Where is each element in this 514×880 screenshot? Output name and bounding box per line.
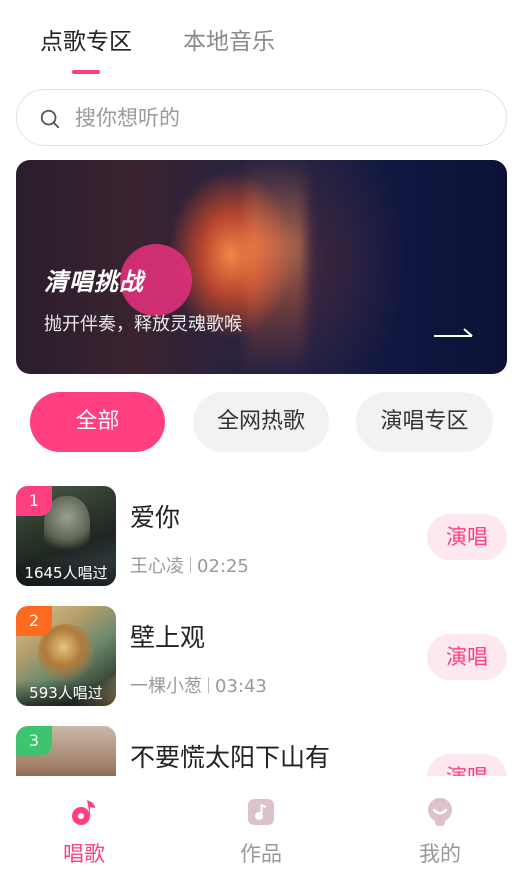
rank-badge: 2 bbox=[16, 606, 52, 636]
sing-button[interactable]: 演唱 bbox=[427, 514, 507, 560]
banner-light-glow bbox=[246, 160, 306, 374]
song-duration: 03:43 bbox=[215, 676, 267, 697]
top-tab-bar: 点歌专区 本地音乐 bbox=[0, 0, 514, 80]
song-cover: 2 593人唱过 bbox=[16, 606, 116, 706]
rank-badge: 1 bbox=[16, 486, 52, 516]
active-tab-indicator bbox=[72, 70, 100, 74]
song-title: 爱你 bbox=[130, 503, 181, 532]
works-icon bbox=[248, 799, 274, 825]
sung-count: 1645人唱过 bbox=[16, 560, 116, 586]
search-input[interactable] bbox=[75, 102, 475, 134]
meta-divider bbox=[208, 677, 209, 693]
filter-chips: 全部 全网热歌 演唱专区 bbox=[0, 392, 514, 452]
song-meta: 一棵小葱 03:43 bbox=[130, 672, 267, 698]
meta-divider bbox=[190, 557, 191, 573]
arrow-right-icon[interactable] bbox=[434, 326, 474, 338]
nav-label: 唱歌 bbox=[63, 842, 105, 866]
search-bar[interactable] bbox=[16, 89, 507, 146]
filter-chip-all[interactable]: 全部 bbox=[30, 392, 165, 452]
tab-song-request[interactable]: 点歌专区 bbox=[40, 26, 132, 58]
song-list-item[interactable]: 2 593人唱过 壁上观 一棵小葱 03:43 演唱 bbox=[0, 606, 514, 706]
rank-badge: 3 bbox=[16, 726, 52, 756]
filter-chip-hot-songs[interactable]: 全网热歌 bbox=[193, 392, 329, 452]
filter-chip-singing-zone[interactable]: 演唱专区 bbox=[356, 392, 493, 452]
profile-icon bbox=[428, 798, 452, 826]
nav-label: 我的 bbox=[419, 842, 461, 866]
banner-title: 清唱挑战 bbox=[44, 268, 144, 296]
banner-subtitle: 抛开伴奏，释放灵魂歌喉 bbox=[44, 314, 242, 335]
song-artist: 一棵小葱 bbox=[130, 676, 202, 697]
song-meta: 王心凌 02:25 bbox=[130, 552, 249, 578]
song-artist: 王心凌 bbox=[130, 556, 184, 577]
nav-item-profile[interactable]: 我的 bbox=[395, 796, 485, 868]
song-title: 壁上观 bbox=[130, 623, 206, 652]
song-title: 不要慌太阳下山有 bbox=[130, 743, 331, 772]
nav-label: 作品 bbox=[240, 842, 282, 866]
nav-item-sing[interactable]: 唱歌 bbox=[39, 796, 129, 868]
nav-item-works[interactable]: 作品 bbox=[216, 796, 306, 868]
sing-button[interactable]: 演唱 bbox=[427, 634, 507, 680]
song-cover: 1 1645人唱过 bbox=[16, 486, 116, 586]
tab-local-music[interactable]: 本地音乐 bbox=[183, 26, 275, 58]
promo-banner[interactable]: 清唱挑战 抛开伴奏，释放灵魂歌喉 bbox=[16, 160, 507, 374]
search-icon bbox=[40, 109, 60, 129]
bottom-nav: 唱歌 作品 我的 bbox=[0, 776, 514, 880]
song-duration: 02:25 bbox=[197, 556, 249, 577]
song-list-item[interactable]: 1 1645人唱过 爱你 王心凌 02:25 演唱 bbox=[0, 486, 514, 586]
sung-count: 593人唱过 bbox=[16, 680, 116, 706]
music-note-icon bbox=[72, 800, 95, 825]
